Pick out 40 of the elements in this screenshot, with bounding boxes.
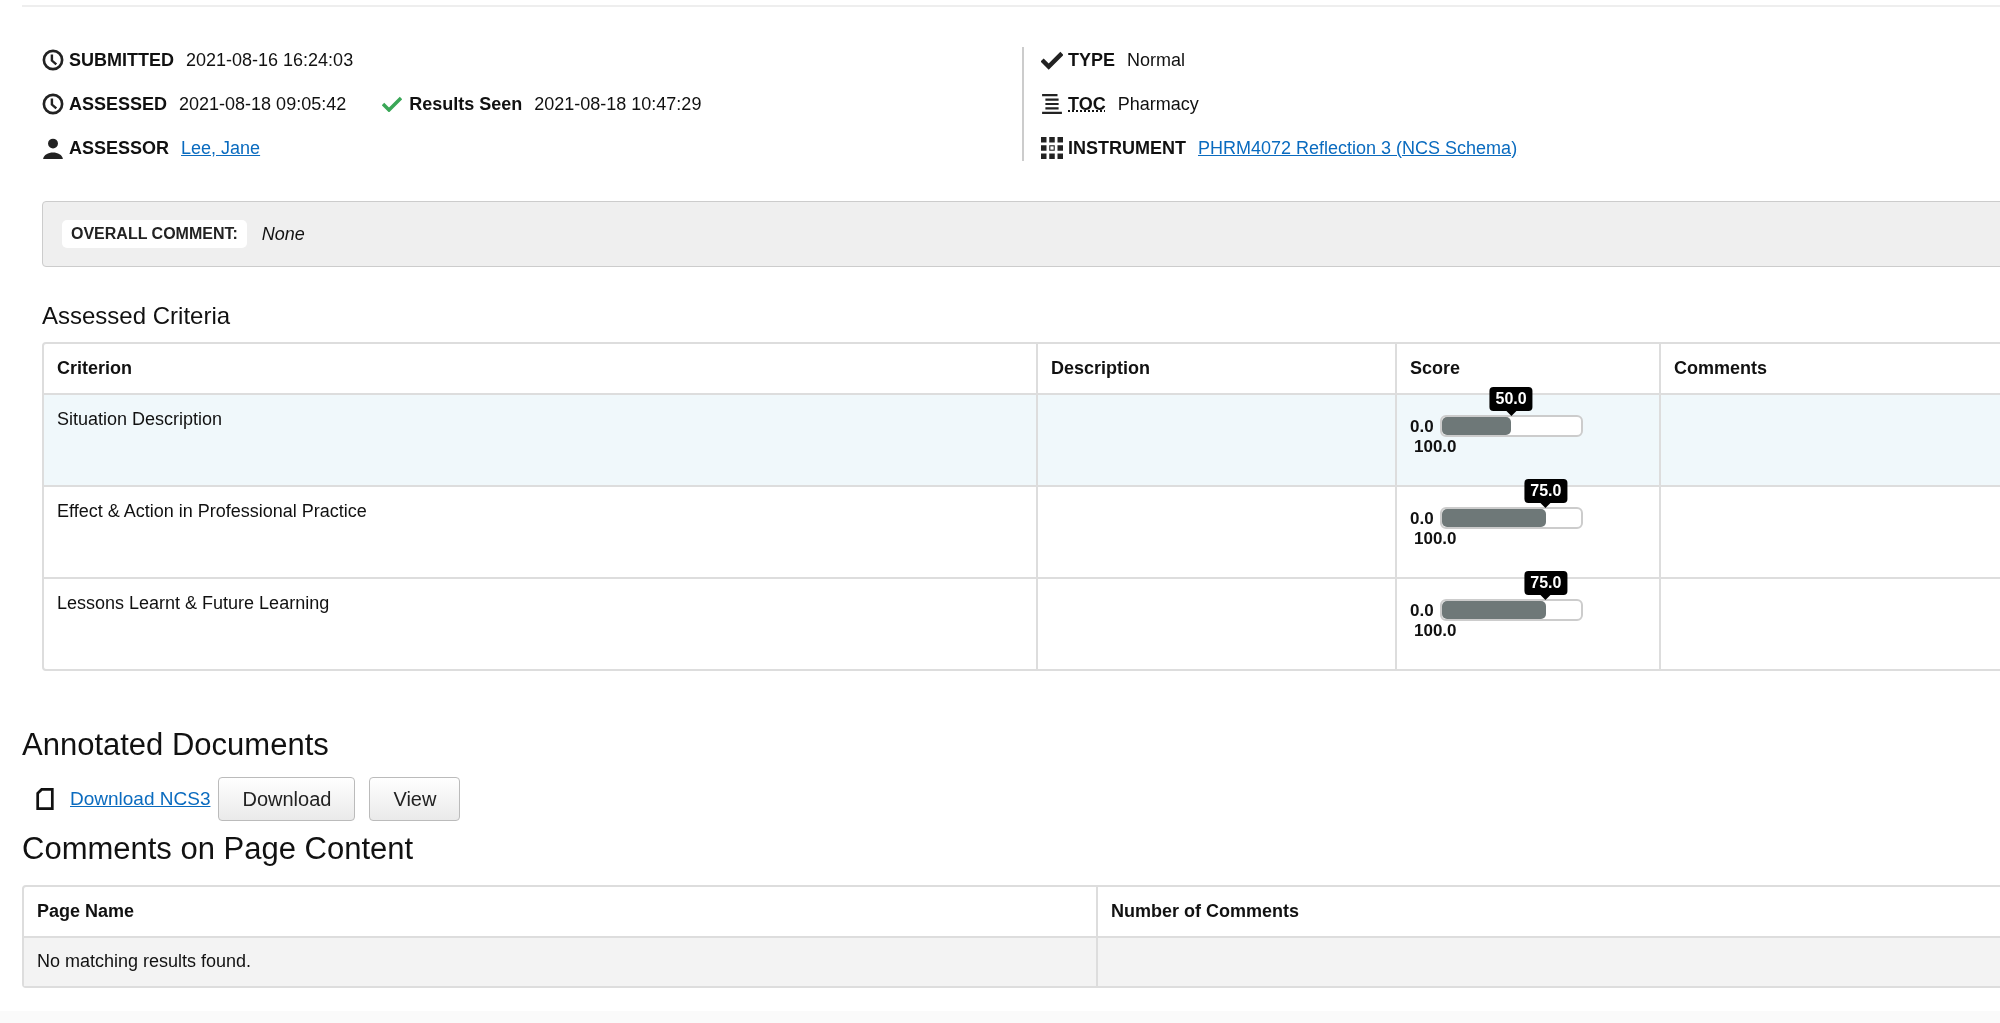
grid-icon — [1041, 137, 1063, 159]
assessor-link[interactable]: Lee, Jane — [181, 137, 261, 159]
field-label: ASSESSED — [69, 93, 168, 115]
comment-label: OVERALL COMMENT: — [62, 220, 247, 248]
section-heading: Annotated Documents — [22, 727, 330, 763]
action-button[interactable]: Download — [218, 777, 356, 821]
download-link[interactable]: Download NCS3 — [70, 788, 211, 810]
max-value: 100.0 — [1413, 621, 1458, 641]
max-value: 100.0 — [1413, 529, 1458, 549]
field-label: ASSESSOR — [69, 137, 170, 159]
field-value: 2021-08-18 10:47:29 — [534, 93, 702, 115]
max-value: 100.0 — [1413, 437, 1458, 457]
clock-icon — [42, 49, 64, 71]
checkmark-icon — [382, 96, 403, 112]
criterion-name: Situation Description — [57, 409, 223, 429]
list-icon — [1041, 93, 1063, 115]
min-value: 0.0 — [1410, 601, 1434, 621]
action-button[interactable]: View — [369, 777, 461, 821]
comment-value: None — [261, 223, 305, 245]
field-label: SUBMITTED — [69, 49, 174, 71]
instrument-link[interactable]: PHRM4072 Reflection 3 (NCS Schema) — [1198, 137, 1518, 159]
field-label: TYPE — [1068, 49, 1115, 71]
section-heading: Comments on Page Content — [22, 831, 415, 867]
section-heading: Assessed Criteria — [42, 302, 232, 330]
checkmark-icon — [1041, 49, 1063, 71]
empty-message: No matching results found. — [37, 951, 252, 971]
person-icon — [42, 137, 64, 159]
field-label: INSTRUMENT — [1068, 137, 1186, 159]
clock-icon — [42, 93, 64, 115]
field-value: 2021-08-16 16:24:03 — [186, 49, 354, 71]
field-value: Normal — [1127, 49, 1186, 71]
field-value: 2021-08-18 09:05:42 — [179, 93, 347, 115]
field-label: Results Seen — [409, 93, 523, 115]
min-value: 0.0 — [1410, 417, 1434, 437]
criterion-name: Lessons Learnt & Future Learning — [57, 593, 330, 613]
criterion-name: Effect & Action in Professional Practice — [57, 501, 367, 521]
field-label: TOC — [1068, 93, 1106, 115]
min-value: 0.0 — [1410, 509, 1434, 529]
field-value: Pharmacy — [1117, 93, 1199, 115]
document-icon — [36, 787, 54, 811]
